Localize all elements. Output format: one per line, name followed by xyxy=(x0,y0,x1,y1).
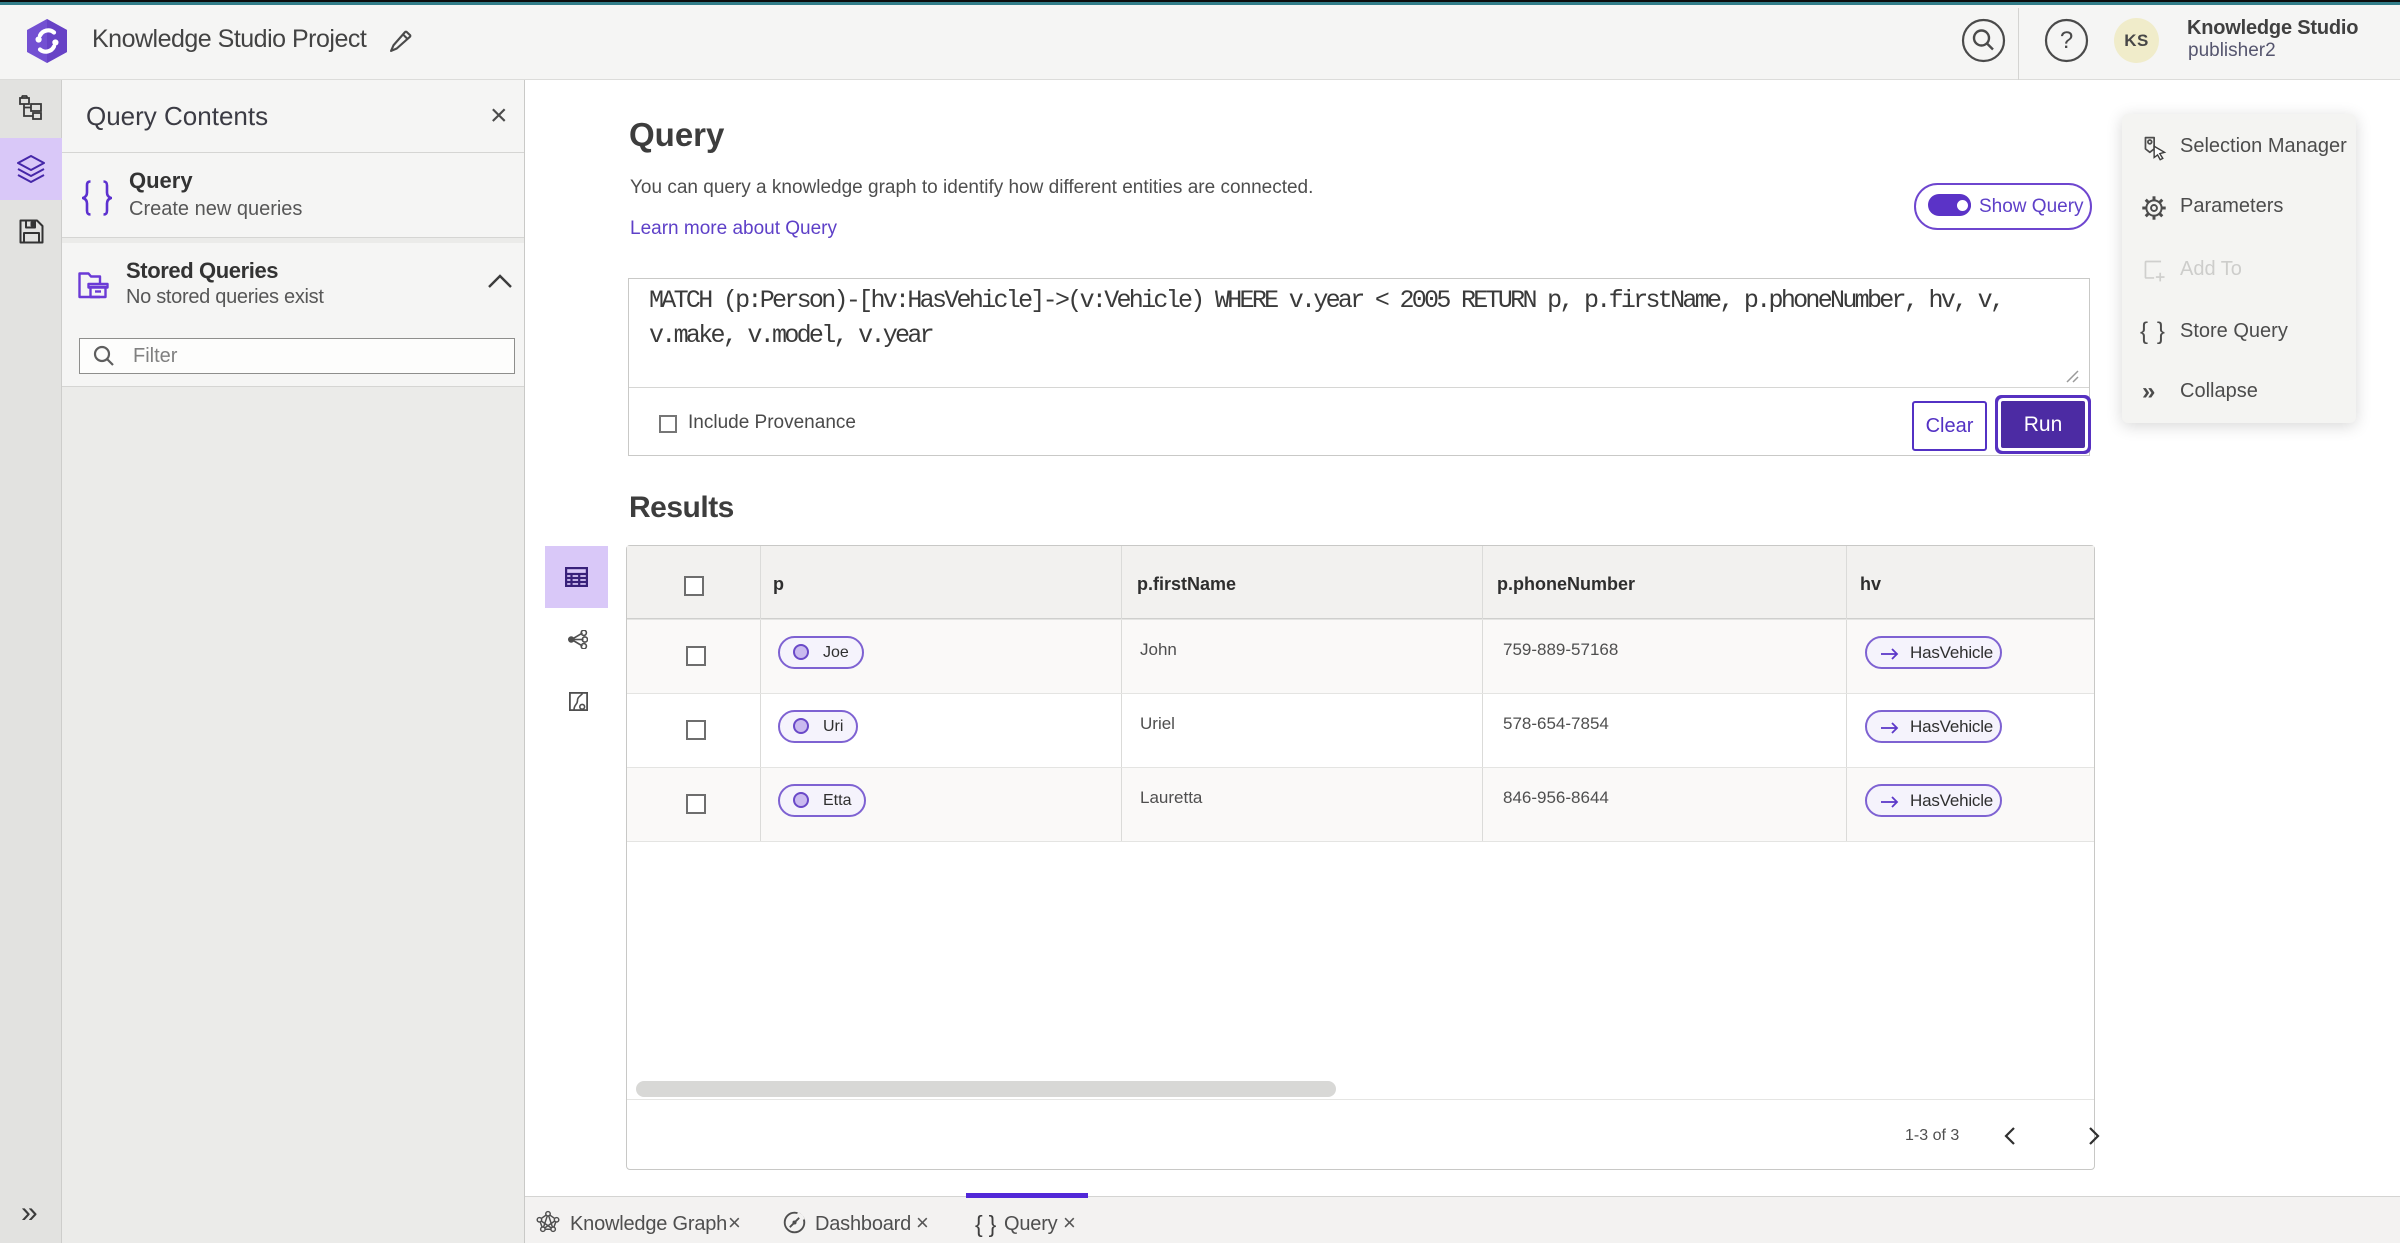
svg-text:?: ? xyxy=(2060,27,2073,54)
